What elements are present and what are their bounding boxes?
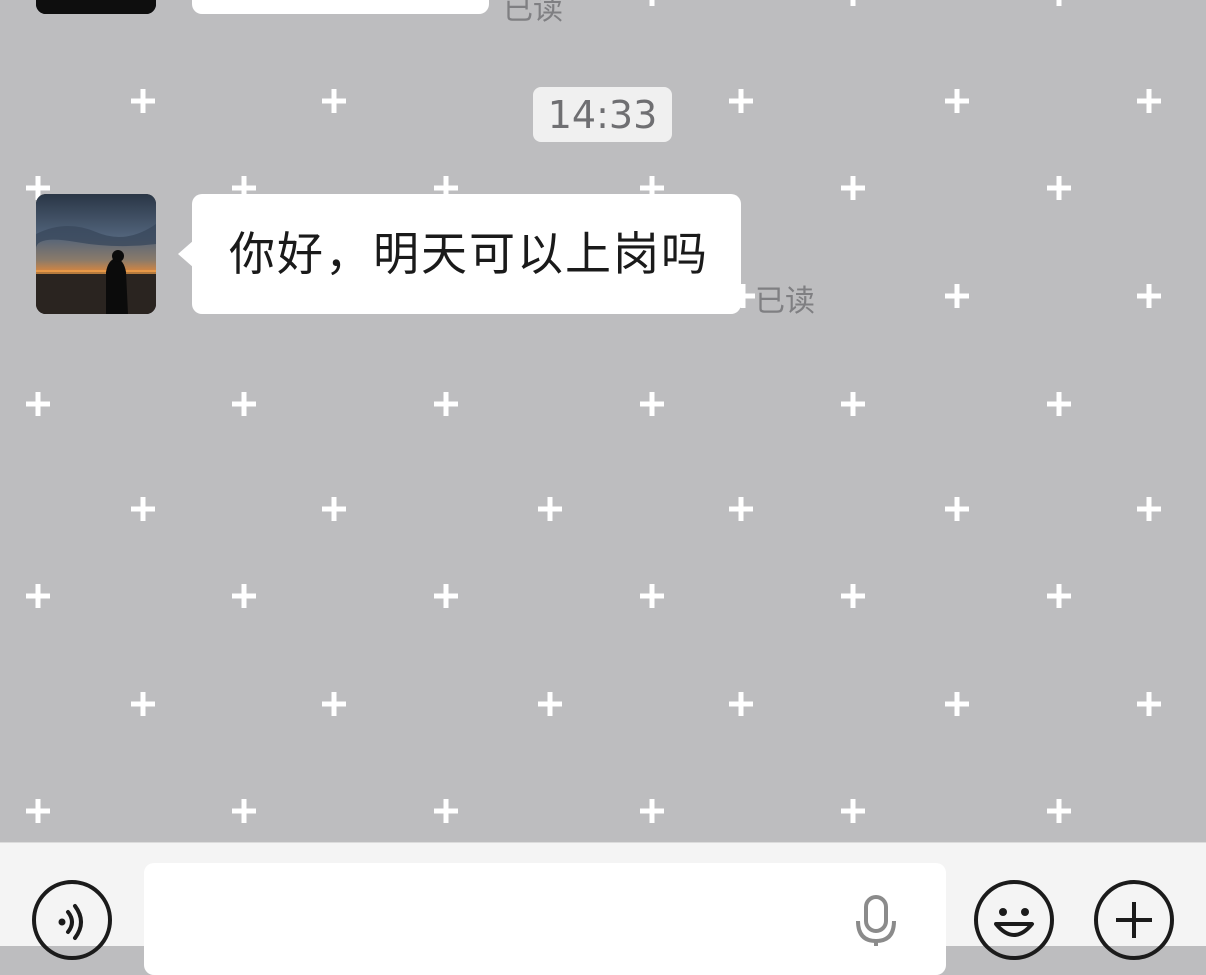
emoji-button[interactable]: [974, 880, 1054, 960]
plus-icon: [1116, 902, 1152, 938]
contact-avatar-previous[interactable]: [36, 0, 156, 14]
emoji-icon: [994, 908, 1034, 937]
more-options-button[interactable]: [1094, 880, 1174, 960]
message-input[interactable]: [144, 863, 946, 975]
contact-avatar[interactable]: [36, 194, 156, 314]
avatar-image: [36, 0, 156, 14]
microphone-icon: [856, 895, 896, 946]
avatar-image: [36, 194, 156, 314]
microphone-button[interactable]: [852, 893, 900, 946]
read-status-previous: 已读: [503, 0, 563, 27]
input-bar: [0, 842, 1206, 975]
voice-toggle-icon: [58, 904, 83, 940]
chat-area[interactable]: 已读 14:33 你好，明天可以上岗吗 已读: [0, 0, 1206, 842]
bubble-tail: [178, 240, 194, 268]
message-bubble-previous[interactable]: [192, 0, 489, 14]
timestamp: 14:33: [533, 87, 672, 142]
read-status: 已读: [755, 284, 815, 319]
message-bubble[interactable]: 你好，明天可以上岗吗: [178, 194, 741, 314]
voice-toggle-button[interactable]: [32, 880, 112, 960]
message-text: 你好，明天可以上岗吗: [229, 227, 709, 281]
